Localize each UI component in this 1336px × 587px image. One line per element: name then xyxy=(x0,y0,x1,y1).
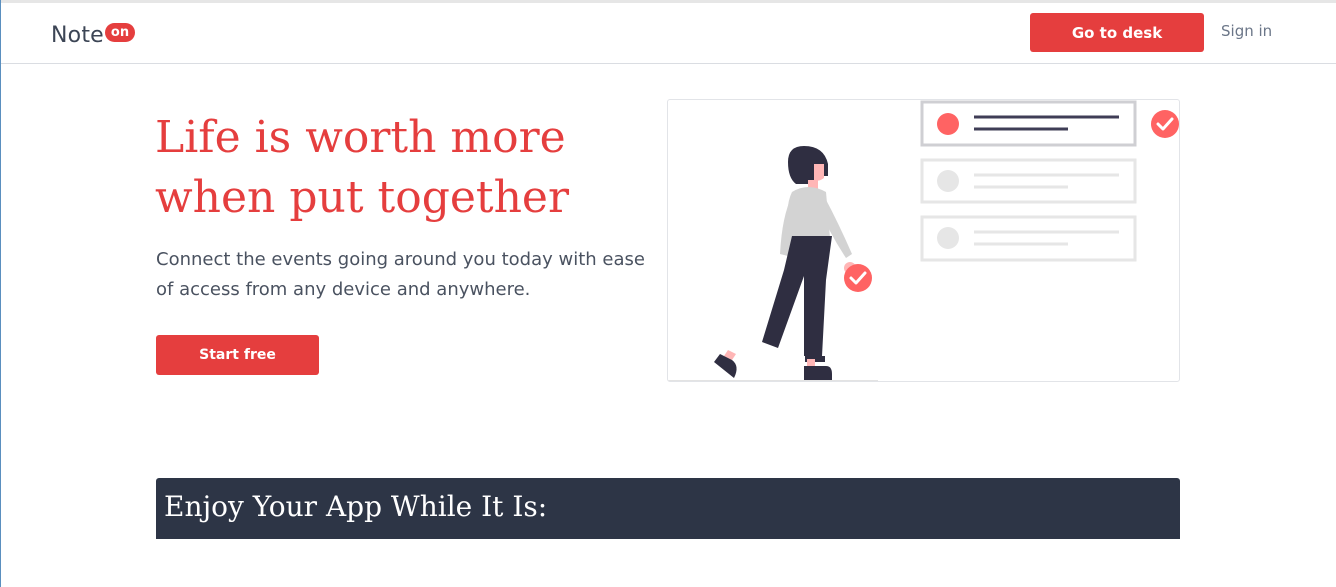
hero-illustration xyxy=(667,99,1180,382)
features-banner: Enjoy Your App While It Is: xyxy=(156,478,1180,539)
features-banner-title: Enjoy Your App While It Is: xyxy=(164,490,548,523)
go-to-desk-button[interactable]: Go to desk xyxy=(1030,13,1204,52)
sign-in-link[interactable]: Sign in xyxy=(1221,22,1272,40)
start-free-button[interactable]: Start free xyxy=(156,335,319,375)
task-dot-active xyxy=(937,113,959,135)
brand-badge: on xyxy=(104,23,136,42)
task-dot xyxy=(937,170,959,192)
check-circle-icon xyxy=(844,264,872,292)
hero-title-line-2: when put together xyxy=(155,172,570,223)
hero-title: Life is worth more when put together xyxy=(155,108,665,228)
brand-name: Note xyxy=(51,23,104,48)
task-dot xyxy=(937,227,959,249)
hero-title-line-1: Life is worth more xyxy=(155,112,566,163)
check-circle-icon xyxy=(1151,110,1179,138)
woman-figure xyxy=(714,146,856,380)
woman-task-list-illustration xyxy=(668,100,1179,381)
brand-logo[interactable]: Note on xyxy=(51,23,136,48)
window-left-edge xyxy=(0,0,1,587)
hero-subtitle: Connect the events going around you toda… xyxy=(156,249,645,300)
